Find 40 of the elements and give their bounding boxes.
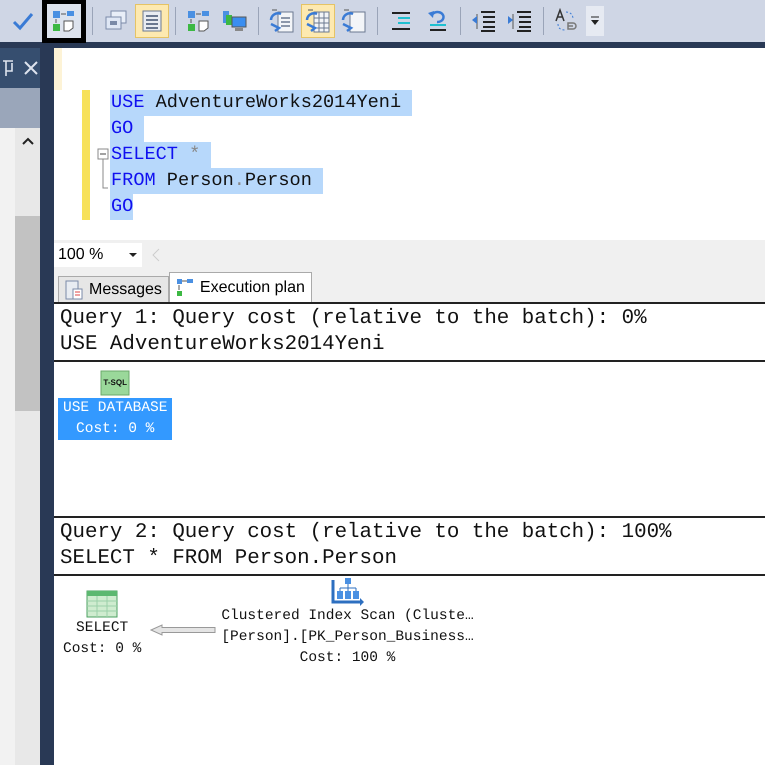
dropdown-icon [590, 15, 600, 27]
checkmark-icon [12, 11, 34, 31]
toolbar-button[interactable] [42, 0, 86, 43]
result-tab[interactable]: Messages [58, 276, 169, 302]
operator-label[interactable]: Clustered Index Scan (Cluste… [Person].[PK_Person_Business… Cost: 100 % [216, 606, 479, 669]
diagram-icon [176, 278, 194, 298]
dropdown-icon[interactable] [128, 252, 138, 258]
diagram-icon [187, 9, 211, 33]
document-icon [269, 8, 295, 34]
monitor-icon [222, 9, 248, 33]
file-icon [341, 8, 367, 34]
pin-icon[interactable] [2, 59, 14, 77]
toolbar-button[interactable] [586, 6, 604, 36]
document-tab-edge [54, 48, 62, 90]
outdent-icon [471, 9, 497, 33]
indent-icon [507, 9, 533, 33]
result-tab[interactable]: Execution plan [168, 272, 312, 302]
close-icon[interactable] [24, 61, 38, 75]
scrollbar[interactable] [15, 128, 40, 765]
tsql-label: T-SQL [102, 378, 128, 388]
table-icon[interactable] [86, 590, 118, 618]
scroll-thumb[interactable] [15, 216, 40, 411]
tsql-icon[interactable] [100, 370, 130, 396]
flow-arrow [150, 624, 216, 636]
code-editor[interactable]: USE AdventureWorks2014Yeni GO SELECT * FROM Person.Person GO 100 % [54, 48, 765, 270]
grid-icon [305, 8, 331, 34]
diagram-icon [52, 9, 76, 33]
form-icon [141, 9, 163, 33]
operator-label[interactable]: SELECT Cost: 0 % [58, 618, 146, 660]
zoom-dropdown[interactable]: 100 % [54, 243, 142, 267]
query-cost-text: Query 2: Query cost (relative to the batch): 100% [60, 520, 673, 546]
windows-icon [104, 10, 128, 32]
align-icon [389, 10, 413, 32]
query-sql-text: SELECT * FROM Person.Person [60, 546, 398, 572]
scroll-up-icon[interactable] [20, 136, 34, 146]
query-cost-text: Query 1: Query cost (relative to the batch): 0% [60, 306, 648, 332]
panel-header [0, 88, 40, 128]
query-sql-text: USE AdventureWorks2014Yeni [60, 332, 386, 358]
messages-icon [65, 280, 83, 300]
index-scan-icon[interactable] [330, 576, 364, 606]
